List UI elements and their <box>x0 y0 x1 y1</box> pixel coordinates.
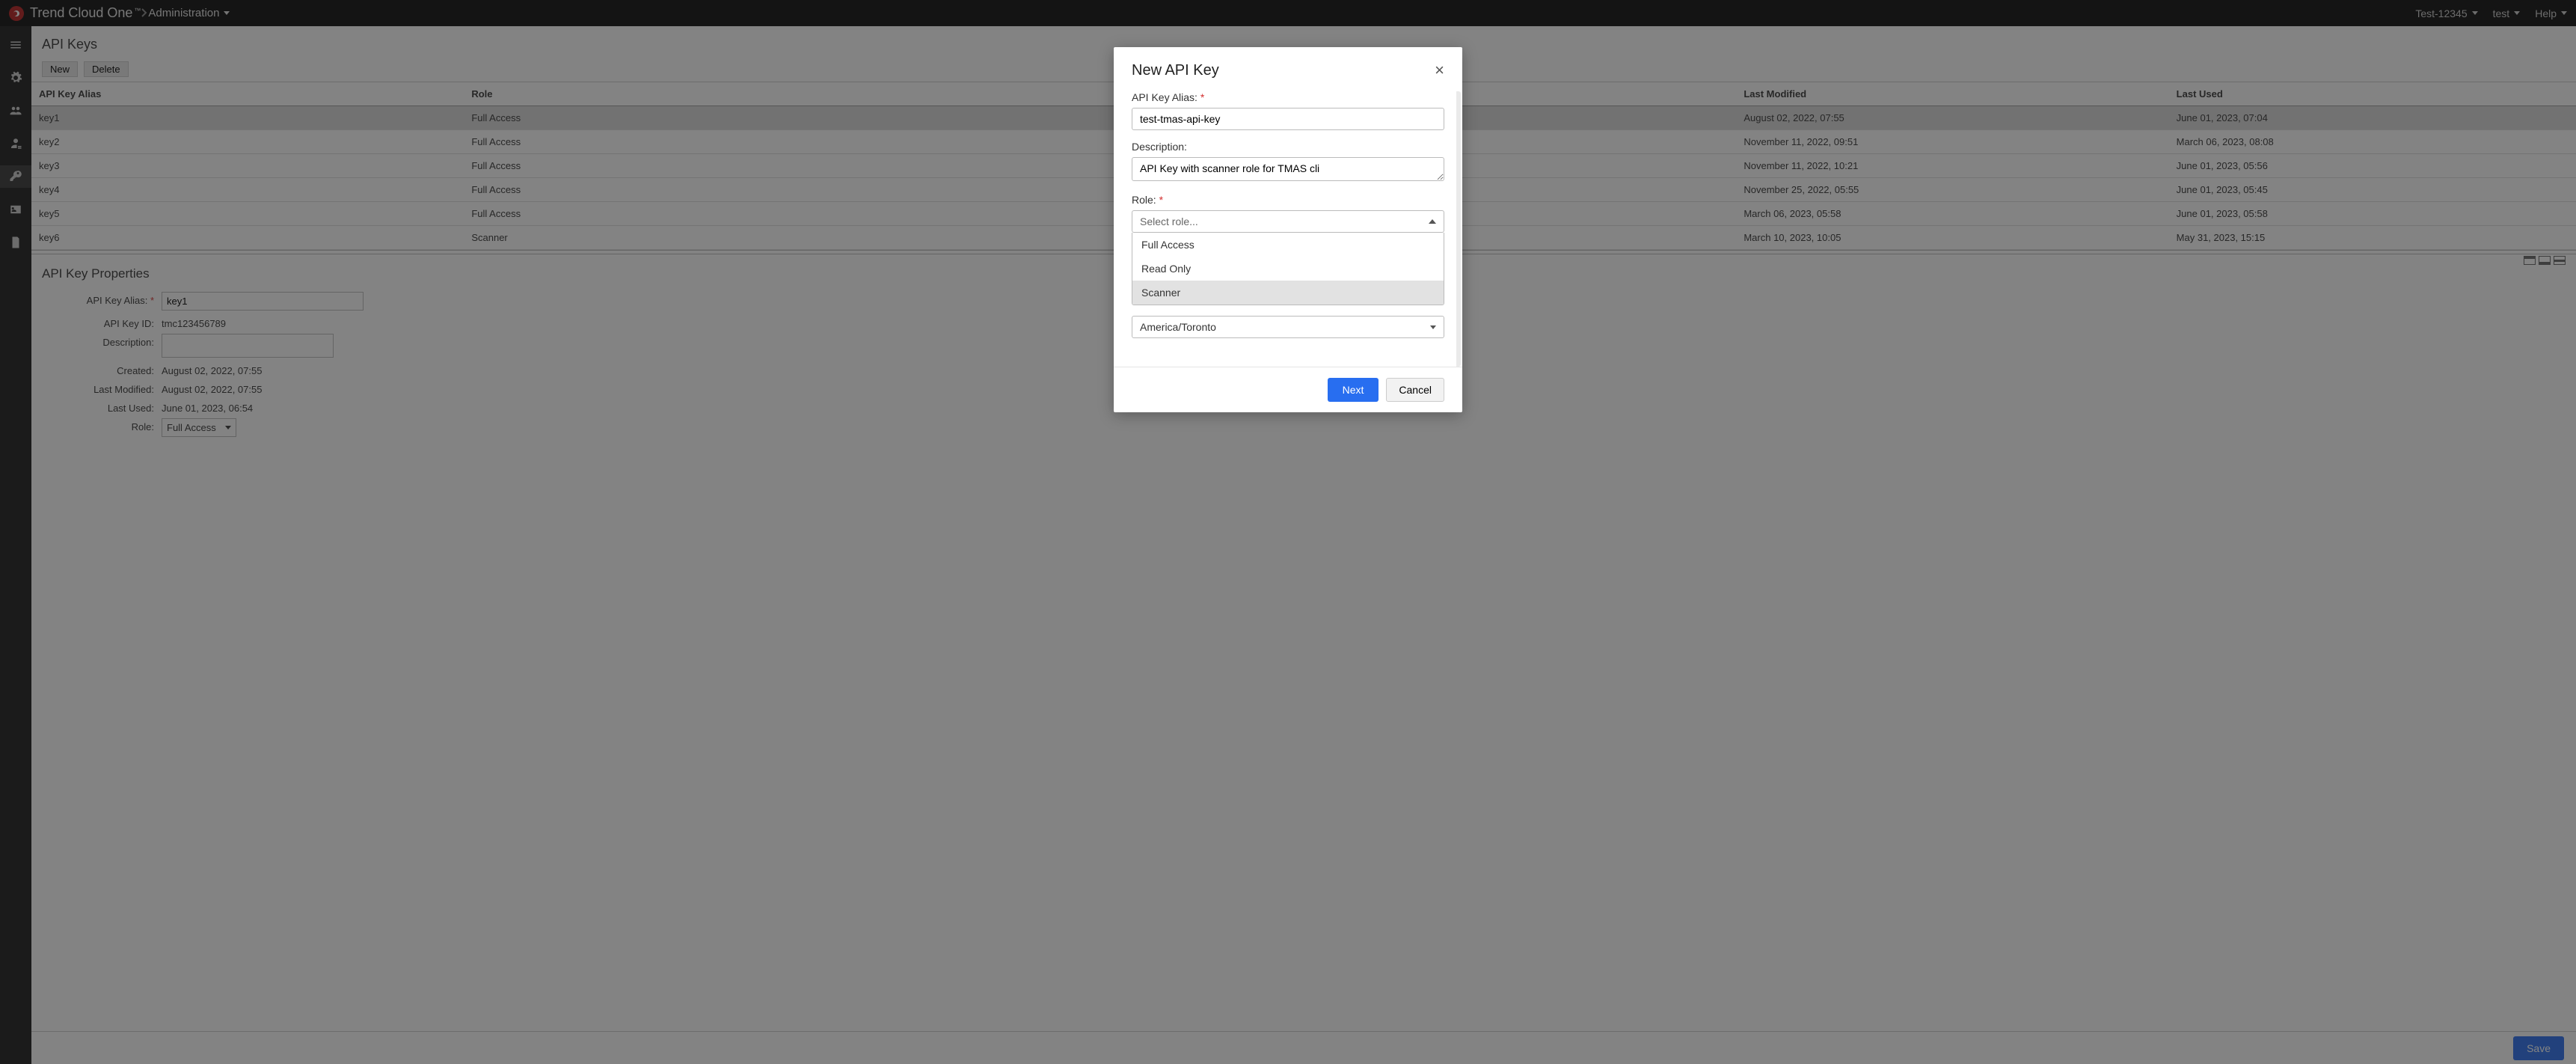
timezone-value: America/Toronto <box>1140 321 1216 333</box>
role-option[interactable]: Scanner <box>1132 281 1444 305</box>
chevron-up-icon <box>1429 219 1436 224</box>
modal-role-select[interactable]: Select role... <box>1132 210 1444 233</box>
modal-description-input[interactable] <box>1132 157 1444 181</box>
chevron-down-icon <box>1430 325 1436 329</box>
modal-timezone-select[interactable]: America/Toronto <box>1132 316 1444 338</box>
modal-alias-label: API Key Alias: * <box>1132 91 1444 103</box>
modal-title: New API Key <box>1132 62 1219 79</box>
modal-description-label: Description: <box>1132 141 1444 153</box>
role-option[interactable]: Full Access <box>1132 233 1444 257</box>
role-dropdown: Full AccessRead OnlyScanner <box>1132 233 1444 305</box>
role-placeholder: Select role... <box>1140 215 1198 227</box>
modal-role-label: Role: * <box>1132 194 1444 206</box>
role-option[interactable]: Read Only <box>1132 257 1444 281</box>
close-icon[interactable]: × <box>1435 62 1444 79</box>
modal-alias-input[interactable] <box>1132 108 1444 130</box>
next-button[interactable]: Next <box>1328 378 1379 402</box>
cancel-button[interactable]: Cancel <box>1386 378 1444 402</box>
new-api-key-modal: New API Key × API Key Alias: * Descripti… <box>1114 47 1462 412</box>
